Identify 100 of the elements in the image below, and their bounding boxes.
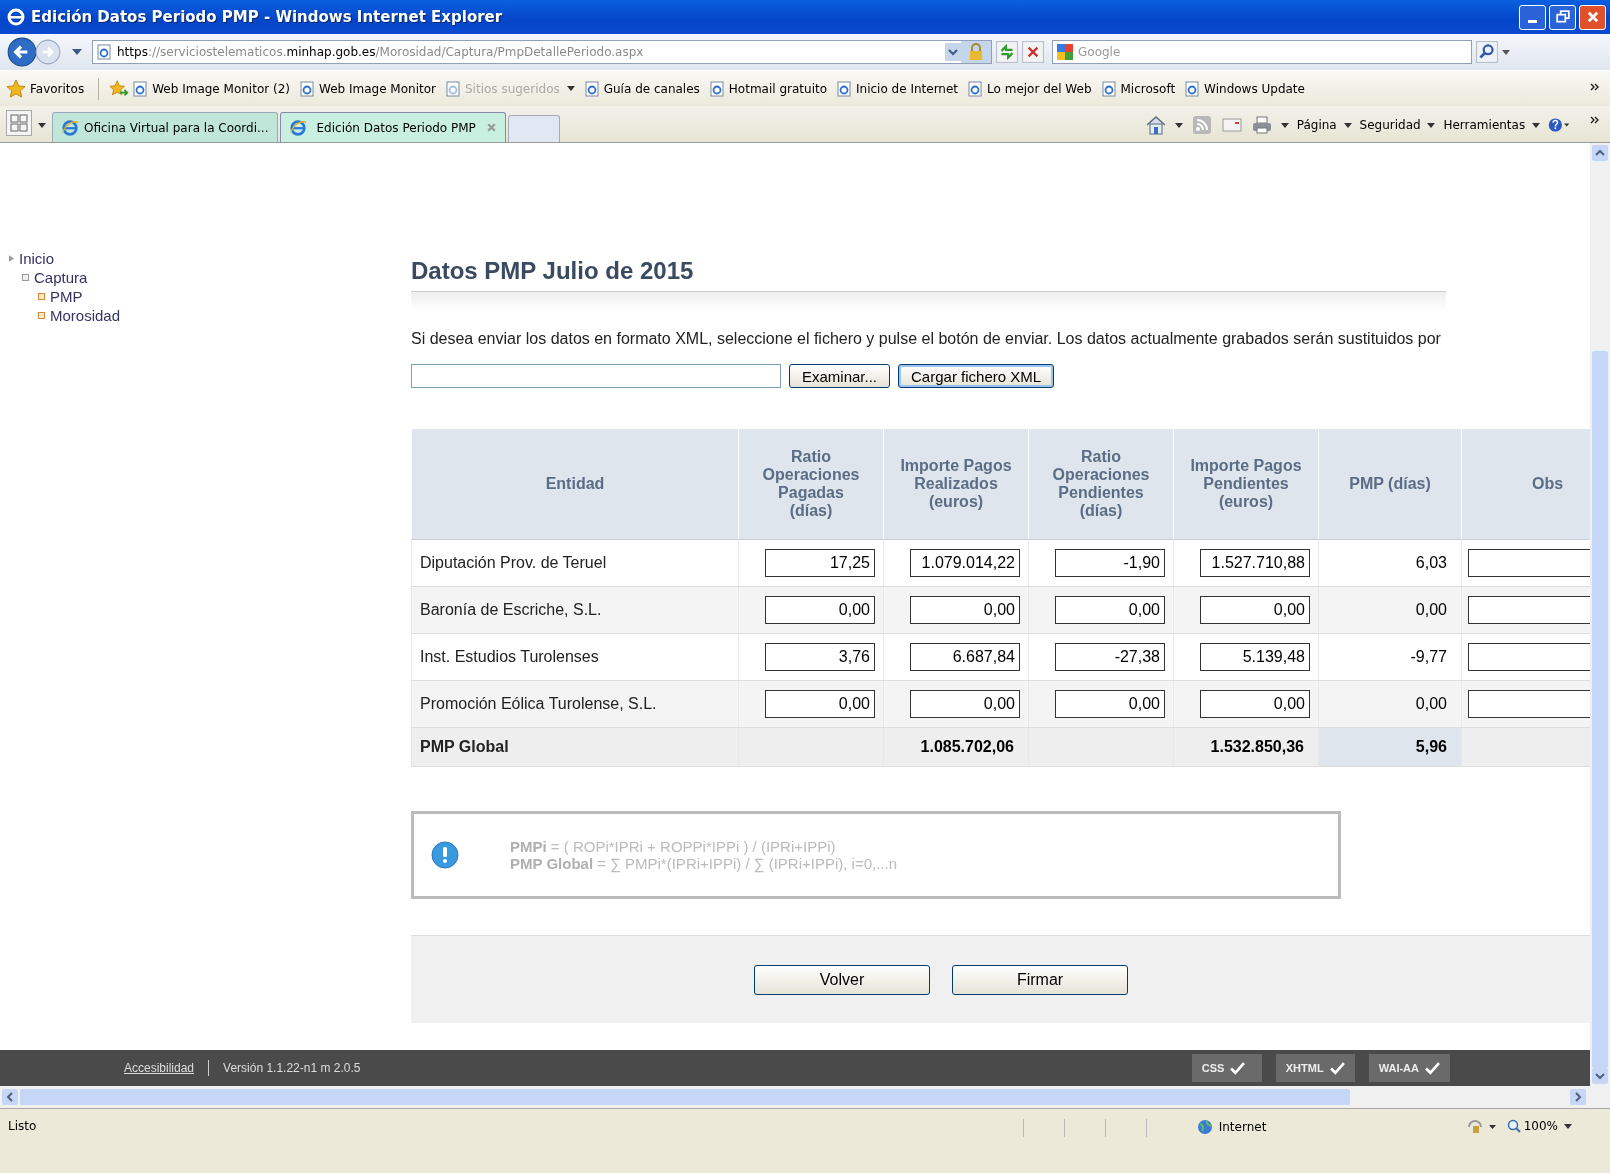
observations-field[interactable]	[1468, 549, 1590, 577]
caret-icon[interactable]	[1280, 122, 1289, 128]
number-field[interactable]: 17,25	[765, 549, 875, 577]
caret-icon[interactable]	[1174, 122, 1183, 128]
command-menu[interactable]: Seguridad	[1359, 118, 1436, 132]
number-field[interactable]: -1,90	[1055, 549, 1165, 577]
observations-field[interactable]	[1468, 596, 1590, 624]
zoom-level[interactable]: 100%	[1523, 1119, 1558, 1133]
minimize-button[interactable]	[1519, 4, 1546, 30]
horizontal-scrollbar[interactable]	[0, 1086, 1610, 1108]
check-icon	[1329, 1061, 1345, 1075]
action-button[interactable]: Volver	[754, 964, 930, 995]
scroll-left-icon[interactable]	[2, 1089, 18, 1105]
tree-link[interactable]: Morosidad	[50, 306, 121, 325]
zoom-icon[interactable]	[1506, 1119, 1521, 1133]
refresh-icon[interactable]	[996, 41, 1018, 63]
help-icon[interactable]	[1548, 115, 1570, 135]
favorites-label[interactable]: Favoritos	[30, 81, 85, 96]
restore-button[interactable]	[1549, 4, 1576, 30]
action-button[interactable]: Firmar	[952, 964, 1128, 995]
number-field[interactable]: 0,00	[1055, 596, 1165, 624]
favorite-link[interactable]: Web Image Monitor	[300, 80, 436, 97]
scrollbar-thumb[interactable]	[20, 1089, 1350, 1105]
favorite-link[interactable]: Windows Update	[1185, 80, 1305, 97]
number-field[interactable]: 5.139,48	[1200, 643, 1310, 671]
expander-icon	[9, 255, 14, 262]
browser-logo-icon	[6, 7, 26, 27]
quick-tabs-icon[interactable]	[6, 110, 32, 136]
page-icon	[97, 44, 111, 60]
instruction-text: Si desea enviar los datos en formato XML, seleccione el fichero y pulse el botón de enviar. Los datos actualmente grabados serán sustituidos por	[411, 330, 1442, 348]
formula-text: PMPi = ( ROPi*IPRi + ROPPi*IPPi ) / (IPRi+IPPi)	[510, 838, 837, 855]
tree-link[interactable]: PMP	[50, 287, 83, 306]
favorite-link[interactable]: Microsoft	[1101, 80, 1176, 97]
validation-badge[interactable]: WAI-AA	[1368, 1054, 1450, 1082]
browser-tab[interactable]: Oficina Virtual para la Coordi...	[52, 112, 278, 142]
back-icon[interactable]	[6, 36, 38, 68]
entity-cell: Baronía de Escriche, S.L.	[411, 586, 739, 634]
stop-icon[interactable]	[1022, 41, 1044, 63]
number-field[interactable]: 0,00	[1200, 690, 1310, 718]
close-button[interactable]	[1579, 4, 1606, 30]
more-icon[interactable]	[1590, 83, 1600, 91]
number-field[interactable]: 0,00	[910, 596, 1020, 624]
total-pmp-cell: 5,96	[1318, 727, 1462, 767]
more-icon[interactable]	[1590, 116, 1600, 124]
vertical-scrollbar[interactable]	[1590, 143, 1610, 1086]
star-icon[interactable]	[6, 78, 26, 99]
protected-mode-icon[interactable]	[1466, 1119, 1497, 1135]
accessibility-link[interactable]: Accesibilidad	[124, 1061, 195, 1075]
favorite-link[interactable]: Lo mejor del Web	[968, 80, 1092, 97]
number-field[interactable]: 0,00	[1200, 596, 1310, 624]
tree-bullet-icon	[38, 312, 45, 319]
upload-button[interactable]: Cargar fichero XML	[898, 364, 1055, 388]
scroll-right-icon[interactable]	[1570, 1089, 1586, 1105]
tree-link[interactable]: Inicio	[19, 249, 55, 268]
number-field[interactable]: 0,00	[765, 690, 875, 718]
home-icon[interactable]	[1144, 115, 1167, 135]
number-field[interactable]: 1.527.710,88	[1200, 549, 1310, 577]
add-favorite-icon[interactable]	[109, 78, 130, 99]
caret-icon[interactable]	[72, 49, 82, 55]
scrollbar-thumb[interactable]	[1592, 351, 1608, 1068]
printer-icon[interactable]	[1250, 115, 1273, 135]
favorite-link[interactable]: Guía de canales	[584, 80, 700, 97]
observations-field[interactable]	[1468, 690, 1590, 718]
caret-icon	[1427, 123, 1436, 128]
caret-icon	[566, 86, 575, 91]
forward-icon[interactable]	[34, 38, 62, 66]
number-field[interactable]: 0,00	[910, 690, 1020, 718]
minimize-icon	[1528, 20, 1537, 23]
scroll-down-icon[interactable]	[1592, 1068, 1608, 1084]
number-field[interactable]: 1.079.014,22	[910, 549, 1020, 577]
dropdown-icon[interactable]	[945, 41, 961, 63]
command-menu[interactable]: Herramientas	[1443, 118, 1540, 132]
scroll-up-icon[interactable]	[1592, 145, 1608, 161]
validation-badge[interactable]: XHTML	[1275, 1054, 1355, 1082]
browser-tab[interactable]: Edición Datos Periodo PMP	[279, 112, 506, 142]
number-field[interactable]: 6.687,84	[910, 643, 1020, 671]
total-cell: 1.532.850,36	[1173, 727, 1319, 767]
caret-icon[interactable]	[1564, 1123, 1572, 1129]
favorite-link[interactable]: Web Image Monitor (2)	[133, 80, 290, 97]
file-path-field[interactable]	[411, 364, 781, 388]
caret-icon[interactable]	[1502, 49, 1510, 55]
address-field[interactable]: https://serviciostelematicos.minhap.gob.es/Morosidad/Captura/PmpDetallePeriodo.aspx	[92, 40, 992, 64]
caret-icon[interactable]	[38, 123, 46, 128]
pmp-cell: -9,77	[1318, 633, 1462, 681]
number-field[interactable]: 0,00	[765, 596, 875, 624]
browse-button[interactable]: Examinar...	[789, 364, 891, 388]
browser-logo-icon	[288, 118, 307, 137]
number-field[interactable]: 3,76	[765, 643, 875, 671]
number-field[interactable]: -27,38	[1055, 643, 1165, 671]
number-field[interactable]: 0,00	[1055, 690, 1165, 718]
favorite-link[interactable]: Hotmail gratuito	[709, 80, 828, 97]
favorite-link[interactable]: Inicio de Internet	[837, 80, 959, 97]
validation-badge[interactable]: CSS	[1191, 1054, 1262, 1082]
tree-link[interactable]: Captura	[34, 268, 88, 287]
caret-icon	[1532, 123, 1540, 128]
security-zone-text: Internet	[1218, 1120, 1267, 1134]
pmp-cell: 0,00	[1318, 680, 1462, 728]
observations-field[interactable]	[1468, 643, 1590, 671]
command-menu[interactable]: Página	[1296, 118, 1352, 132]
search-icon[interactable]	[1476, 41, 1498, 63]
